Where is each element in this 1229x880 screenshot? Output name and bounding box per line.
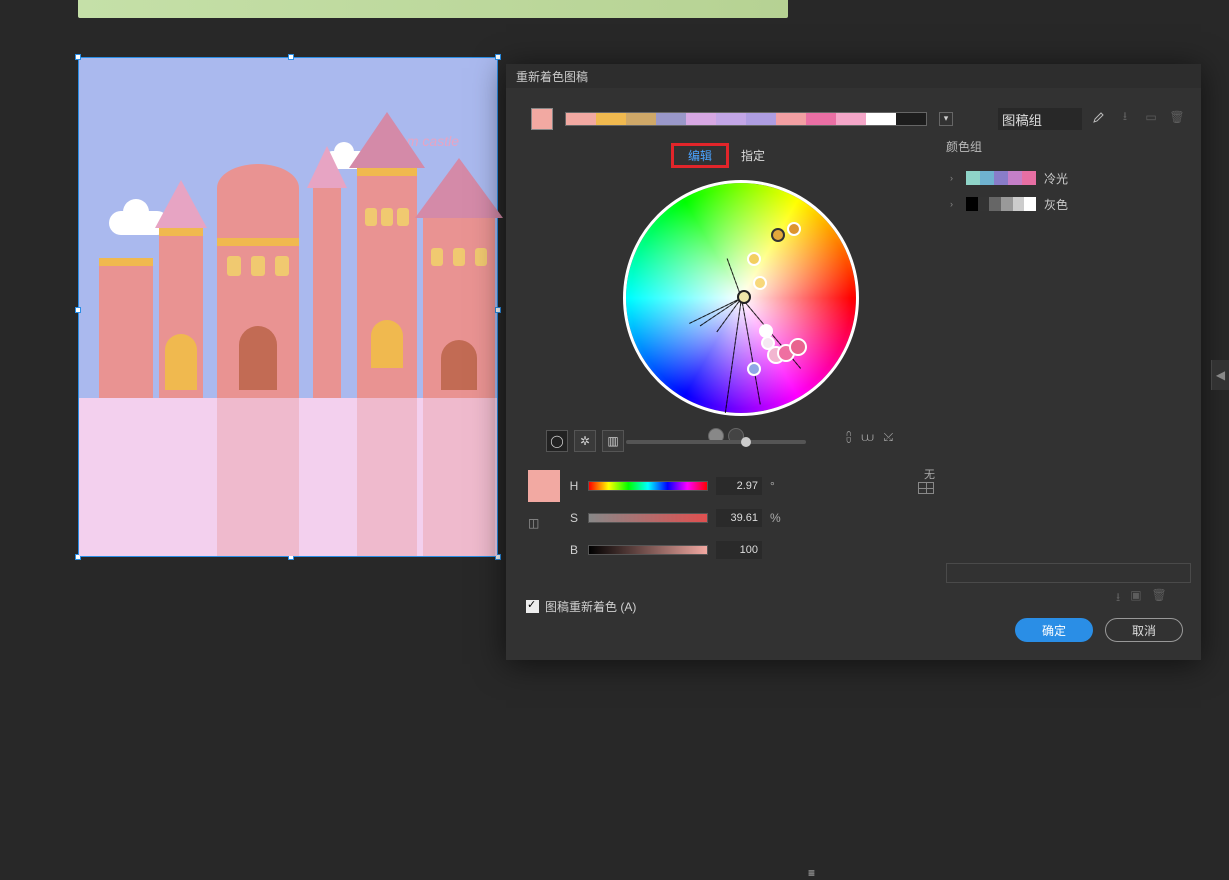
s-slider[interactable] (588, 513, 708, 523)
color-group-row[interactable]: › 灰色 (946, 191, 1191, 217)
handle-tl[interactable] (75, 54, 81, 60)
slider-knob[interactable] (741, 437, 751, 447)
ok-button[interactable]: 确定 (1015, 618, 1093, 642)
active-color-swatch[interactable] (531, 108, 553, 130)
link-tools: ⩉ ⩊ ⤩ (846, 430, 893, 445)
recolor-checkbox[interactable] (526, 600, 539, 613)
storage-bar (946, 563, 1191, 583)
top-preview-strip (78, 0, 788, 18)
s-label: S (568, 511, 580, 525)
wheel-color-point[interactable] (771, 228, 785, 242)
hsb-controls: H ° ≡ S % B (528, 474, 784, 570)
wheel-color-point[interactable] (753, 276, 767, 290)
wheel-color-point[interactable] (787, 222, 801, 236)
highlight-box: 编辑 (671, 143, 729, 168)
folder-icon[interactable]: ▭ (1142, 108, 1160, 126)
s-value-input[interactable] (716, 509, 762, 527)
tab-edit[interactable]: 编辑 (676, 145, 724, 167)
h-label: H (568, 479, 580, 493)
group-name: 灰色 (1044, 196, 1068, 213)
swatch-strip: ▾ (531, 108, 953, 130)
dropdown-icon[interactable]: ▾ (939, 112, 953, 126)
cube-icon[interactable]: ◫ (528, 516, 539, 530)
reflection (79, 398, 497, 556)
b-label: B (568, 543, 580, 557)
smooth-wheel-button[interactable]: ◯ (546, 430, 568, 452)
handle-tr[interactable] (495, 54, 501, 60)
mode-tabs: 编辑 指定 (671, 143, 777, 168)
brightness-slider[interactable] (626, 440, 806, 444)
eyedropper-icon[interactable] (1090, 108, 1108, 126)
trash-icon[interactable]: 🗑 (1168, 108, 1186, 126)
wheel-color-point[interactable] (747, 362, 761, 376)
segmented-wheel-button[interactable]: ✲ (574, 430, 596, 452)
group-name: 冷光 (1044, 170, 1068, 187)
dialog-title: 重新着色图稿 (516, 68, 588, 85)
color-groups-panel: 颜色组 › 冷光 › 灰色 (946, 138, 1191, 217)
wheel-color-point[interactable] (747, 252, 761, 266)
link-harmony-icon[interactable]: ⩉ (846, 430, 851, 445)
chevron-icon: › (950, 173, 958, 183)
color-group-field (998, 108, 1082, 130)
h-slider[interactable] (588, 481, 708, 491)
recolor-label: 图稿重新着色 (A) (545, 598, 636, 615)
artwork-canvas[interactable]: Dream castle (78, 57, 498, 557)
recolor-checkbox-row: 图稿重新着色 (A) (526, 598, 636, 615)
icon-toolbar: ⭳ ▭ 🗑 (1090, 108, 1186, 126)
chevron-icon: › (950, 199, 958, 209)
storage-icons: ⭳ ▣ 🗑 (1116, 588, 1167, 609)
tab-assign[interactable]: 指定 (729, 143, 777, 168)
grid-icon[interactable] (918, 482, 934, 494)
hsb-swatch[interactable] (528, 470, 560, 502)
none-label: 无 (924, 466, 935, 482)
recolor-dialog: 重新着色图稿 ▾ ⭳ ▭ 🗑 编辑 指定 ◯ ✲ ▥ ⩉ ⩊ (506, 64, 1201, 660)
group-swatch-strip (966, 197, 1036, 211)
save-group-icon[interactable]: ⭳ (1116, 108, 1134, 126)
wheel-color-point[interactable] (789, 338, 807, 356)
wheel-color-point[interactable] (737, 290, 751, 304)
color-group-row[interactable]: › 冷光 (946, 165, 1191, 191)
dialog-buttons: 确定 取消 (1015, 618, 1183, 642)
h-value-input[interactable] (716, 477, 762, 495)
b-slider[interactable] (588, 545, 708, 555)
collapse-panel-button[interactable]: ◀ (1211, 360, 1229, 390)
castle-illustration (119, 118, 497, 398)
color-wheel[interactable] (626, 183, 856, 413)
new-folder-icon[interactable]: ▣ (1130, 588, 1141, 609)
color-group-name-input[interactable] (998, 108, 1082, 130)
wheel-mode-tools: ◯ ✲ ▥ (546, 430, 624, 452)
s-unit: % (770, 511, 784, 525)
artwork-colors-strip[interactable] (565, 112, 927, 126)
h-unit: ° (770, 479, 784, 493)
menu-icon[interactable]: ≡ (808, 866, 815, 880)
handle-mt[interactable] (288, 54, 294, 60)
lock-icon[interactable]: ⤩ (884, 430, 894, 445)
cancel-button[interactable]: 取消 (1105, 618, 1183, 642)
b-value-input[interactable] (716, 541, 762, 559)
unlink-harmony-icon[interactable]: ⩊ (861, 430, 873, 445)
group-swatch-strip (966, 171, 1036, 185)
save-group-icon[interactable]: ⭳ (1116, 588, 1120, 609)
handle-ml[interactable] (75, 307, 81, 313)
trash-icon[interactable]: 🗑 (1152, 588, 1167, 609)
color-groups-title: 颜色组 (946, 138, 1191, 155)
bars-button[interactable]: ▥ (602, 430, 624, 452)
